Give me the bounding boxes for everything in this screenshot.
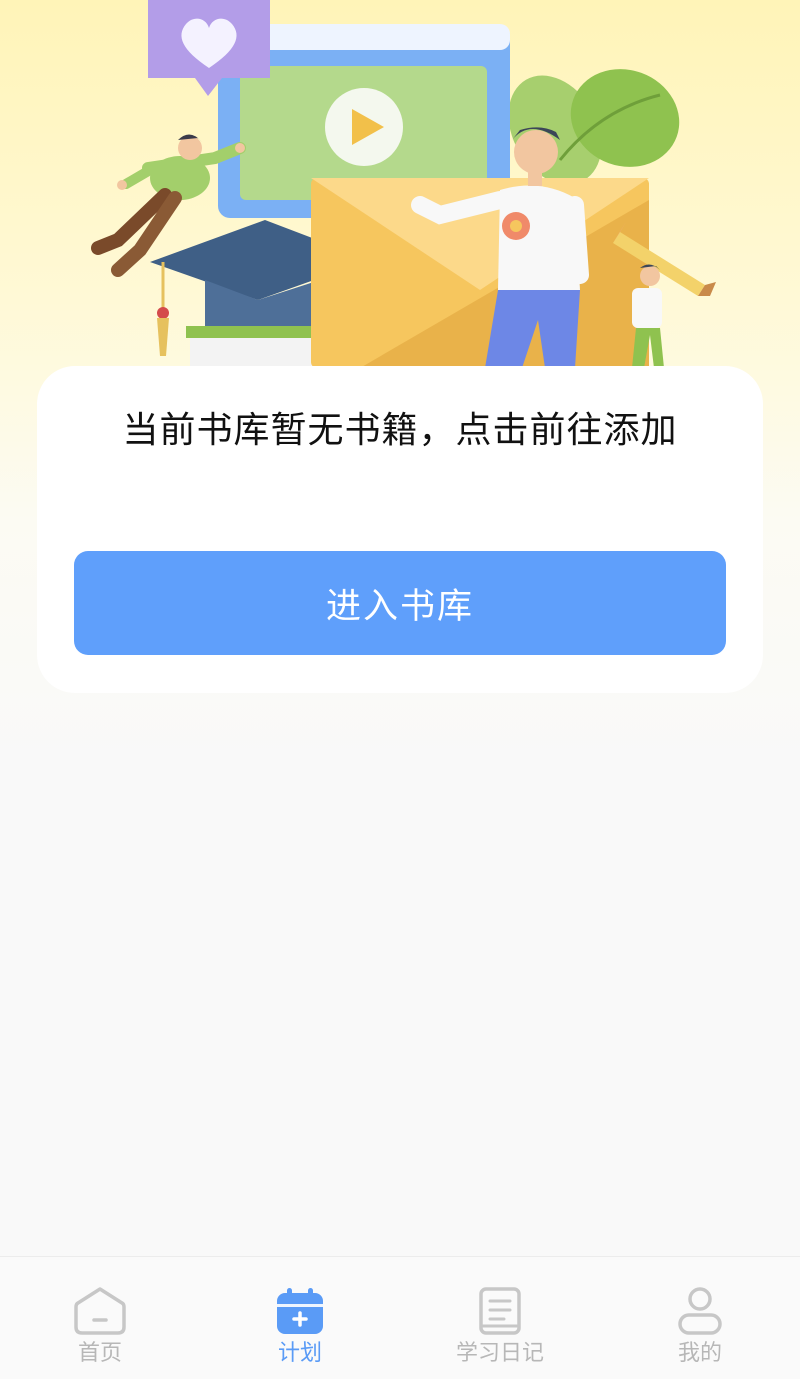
enter-library-button[interactable]: 进入书库: [74, 551, 726, 655]
empty-state-message: 当前书库暂无书籍，点击前往添加: [122, 410, 678, 451]
bottom-tab-bar: 首页 计划 学习日记 我的: [0, 1256, 800, 1379]
user-icon: [673, 1285, 727, 1337]
tab-study-diary[interactable]: 学习日记: [400, 1257, 600, 1379]
book-icon: [473, 1285, 527, 1337]
tab-plan[interactable]: 计划: [200, 1257, 400, 1379]
tab-home[interactable]: 首页: [0, 1257, 200, 1379]
tab-mine-label: 我的: [677, 1341, 722, 1366]
tab-study-diary-label: 学习日记: [455, 1341, 544, 1366]
home-icon: [73, 1285, 127, 1337]
calendar-plus-icon: [273, 1285, 327, 1337]
hero-illustration: [0, 0, 800, 380]
tab-mine[interactable]: 我的: [600, 1257, 800, 1379]
tab-plan-label: 计划: [277, 1341, 322, 1366]
tab-home-label: 首页: [77, 1341, 122, 1366]
